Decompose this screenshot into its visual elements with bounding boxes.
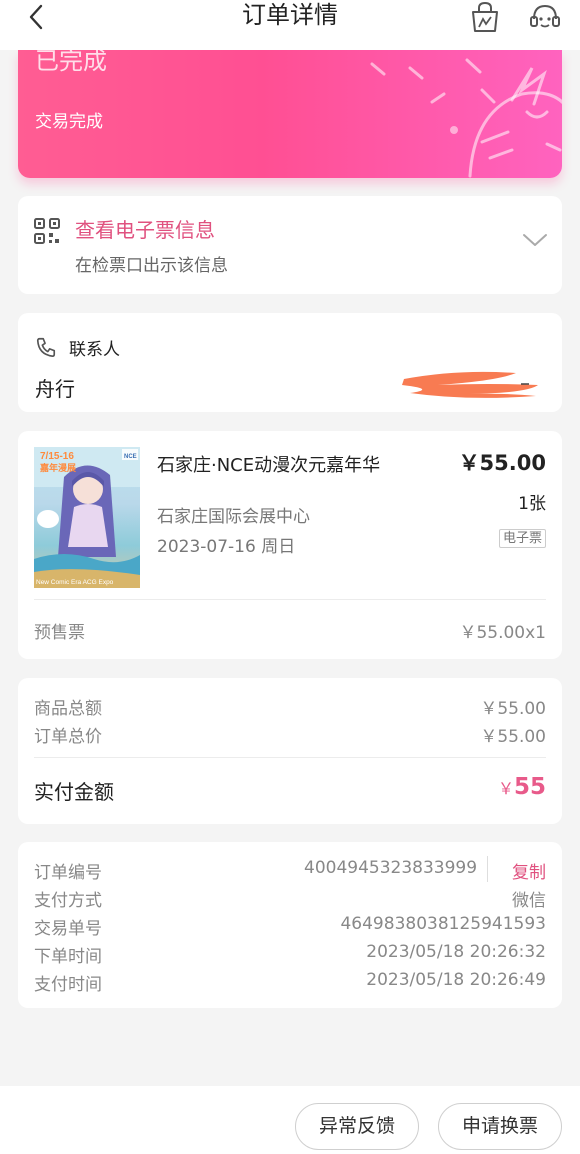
phone-icon xyxy=(36,337,56,357)
poster-logo-text: NCE xyxy=(124,454,137,460)
poster-artwork: 7/15-16 嘉年漫展 NCE New Comic Era ACG Expo xyxy=(34,447,140,588)
exchange-ticket-button[interactable]: 申请换票 xyxy=(438,1103,562,1150)
poster-date-text: 7/15-16 xyxy=(40,451,74,462)
transaction-no-label: 交易单号 xyxy=(34,919,102,939)
order-total-label: 订单总价 xyxy=(34,727,102,747)
price-summary-card: 商品总额 ￥55.00 订单总价 ￥55.00 实付金额 ￥55 xyxy=(18,678,562,824)
item-quantity: 1张 xyxy=(518,494,546,514)
poster-subtitle-text: 嘉年漫展 xyxy=(39,462,76,473)
payment-method-label: 支付方式 xyxy=(34,891,102,911)
paid-amount-label: 实付金额 xyxy=(34,780,114,804)
qr-code-icon xyxy=(34,218,60,244)
order-status-banner: 已完成 交易完成 xyxy=(18,50,562,178)
paid-amount-value: ￥55 xyxy=(498,774,546,800)
transaction-no-value: 4649838038125941593 xyxy=(340,914,546,934)
paid-amount-number: 55 xyxy=(513,774,546,800)
divider xyxy=(34,757,546,758)
event-date: 2023-07-16 周日 xyxy=(157,537,296,557)
event-venue: 石家庄国际会展中心 xyxy=(157,507,310,527)
eticket-title[interactable]: 查看电子票信息 xyxy=(75,214,215,243)
ticket-unit-price: ￥55.00x1 xyxy=(459,623,546,643)
order-total-value: ￥55.00 xyxy=(480,727,546,747)
mascot-illustration xyxy=(370,58,562,178)
divider xyxy=(487,856,488,882)
event-poster[interactable]: 7/15-16 嘉年漫展 NCE New Comic Era ACG Expo xyxy=(34,447,140,588)
pay-time-label: 支付时间 xyxy=(34,975,102,995)
poster-tagline-text: New Comic Era ACG Expo xyxy=(36,579,114,586)
customer-service-icon[interactable] xyxy=(528,0,562,34)
payment-method-value: 微信 xyxy=(512,891,546,911)
contact-card: 联系人 舟行 xyxy=(18,313,562,412)
redacted-phone-number xyxy=(402,371,538,398)
order-time-label: 下单时间 xyxy=(34,947,102,967)
order-time-value: 2023/05/18 20:26:32 xyxy=(366,942,546,962)
status-subtitle: 交易完成 xyxy=(35,112,103,132)
ticket-item-card[interactable]: 7/15-16 嘉年漫展 NCE New Comic Era ACG Expo … xyxy=(18,431,562,659)
event-title[interactable]: 石家庄·NCE动漫次元嘉年华 xyxy=(157,451,380,477)
divider xyxy=(34,599,546,600)
chevron-down-icon[interactable] xyxy=(522,232,548,248)
order-info-card: 订单编号 4004945323833999 复制 支付方式 微信 交易单号 46… xyxy=(18,842,562,1008)
goods-total-value: ￥55.00 xyxy=(480,699,546,719)
contact-label: 联系人 xyxy=(69,340,120,360)
pay-time-value: 2023/05/18 20:26:49 xyxy=(366,970,546,990)
status-title: 已完成 xyxy=(35,50,107,75)
bottom-action-bar: 异常反馈 申请换票 xyxy=(0,1086,580,1154)
copy-order-no-button[interactable]: 复制 xyxy=(512,858,546,883)
item-price: ￥55.00 xyxy=(458,451,546,475)
eticket-badge: 电子票 xyxy=(498,529,546,548)
eticket-card[interactable]: 查看电子票信息 在检票口出示该信息 xyxy=(18,196,562,294)
currency-symbol: ￥ xyxy=(497,779,514,798)
contact-name: 舟行 xyxy=(35,377,75,401)
share-bag-icon[interactable] xyxy=(468,0,502,34)
top-nav-bar: 订单详情 xyxy=(0,0,580,50)
ticket-type: 预售票 xyxy=(34,623,85,643)
order-no-label: 订单编号 xyxy=(34,863,102,883)
goods-total-label: 商品总额 xyxy=(34,699,102,719)
order-no-value: 4004945323833999 xyxy=(304,858,478,878)
feedback-button[interactable]: 异常反馈 xyxy=(295,1103,419,1150)
eticket-subtitle: 在检票口出示该信息 xyxy=(75,256,228,276)
